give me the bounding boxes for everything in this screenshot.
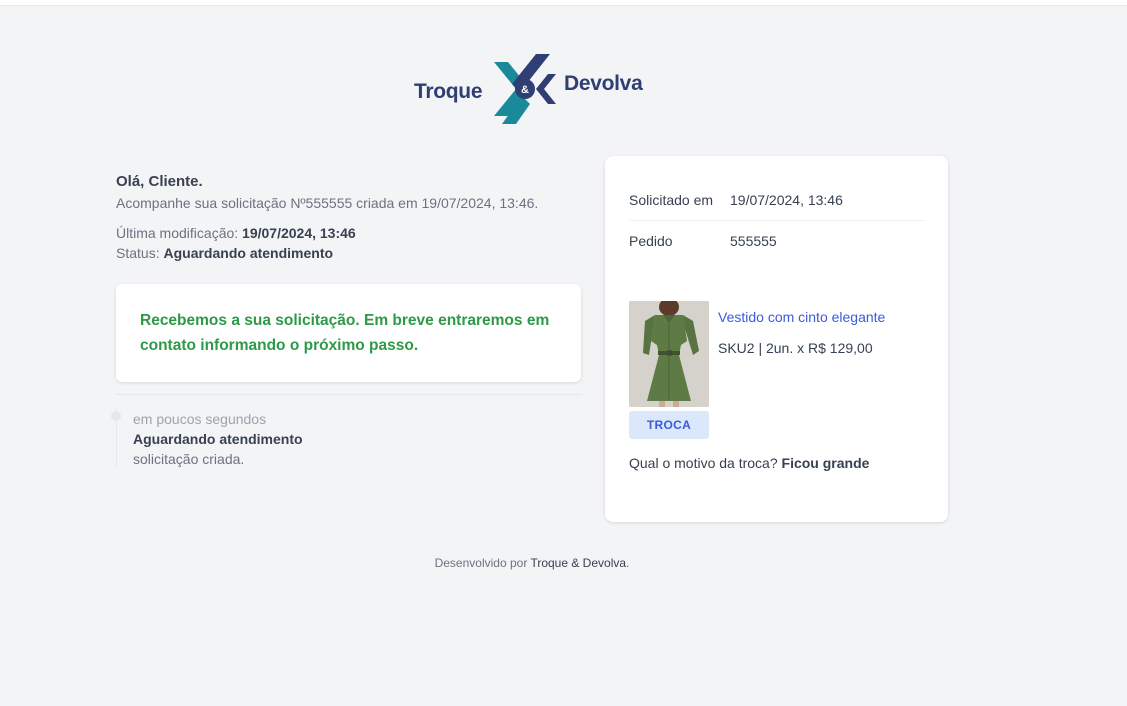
requested-label: Solicitado em bbox=[629, 192, 714, 208]
logo-text-devolva: Devolva bbox=[564, 72, 643, 95]
requested-row: Solicitado em 19/07/2024, 13:46 bbox=[629, 192, 924, 208]
order-card: Solicitado em 19/07/2024, 13:46 Pedido 555… bbox=[605, 156, 948, 522]
status: Status: Aguardando atendimento bbox=[116, 245, 334, 261]
footer-suffix: . bbox=[626, 556, 630, 570]
confirmation-message: Recebemos a sua solicitação. Em breve en… bbox=[140, 312, 550, 354]
product-name-link[interactable]: Vestido com cinto elegante bbox=[718, 309, 885, 325]
order-row: Pedido 555555 bbox=[629, 233, 924, 249]
status-value: Aguardando atendimento bbox=[163, 245, 334, 261]
logo-text-troque: Troque bbox=[414, 80, 483, 103]
svg-text:&: & bbox=[521, 84, 529, 96]
product-sku: SKU2 | 2un. x R$ 129,00 bbox=[718, 340, 873, 356]
greeting: Olá, Cliente. bbox=[116, 173, 203, 190]
green-dress-photo-icon bbox=[629, 301, 709, 407]
timeline-time: em poucos segundos bbox=[133, 411, 267, 427]
footer: Desenvolvido por Troque & Devolva. bbox=[0, 556, 1064, 570]
logo: Troque & Devolva bbox=[414, 52, 654, 126]
last-modified: Última modificação: 19/07/2024, 13:46 bbox=[116, 225, 356, 241]
exchange-badge: TROCA bbox=[629, 411, 709, 439]
footer-brand-link[interactable]: Troque & Devolva bbox=[530, 556, 626, 570]
message-card: Recebemos a sua solicitação. Em breve en… bbox=[116, 284, 581, 382]
reason-question: Qual o motivo da troca? bbox=[629, 455, 778, 471]
reason-answer: Ficou grande bbox=[781, 455, 870, 471]
last-modified-value: 19/07/2024, 13:46 bbox=[242, 225, 356, 241]
timeline-description: solicitação criada. bbox=[133, 451, 245, 467]
timeline: em poucos segundos Aguardando atendiment… bbox=[111, 394, 582, 469]
top-bar bbox=[0, 0, 1127, 6]
timeline-dot-icon bbox=[111, 411, 121, 421]
timeline-title: Aguardando atendimento bbox=[133, 431, 303, 447]
requested-value: 19/07/2024, 13:46 bbox=[730, 192, 843, 208]
exchange-reason: Qual o motivo da troca? Ficou grande bbox=[629, 455, 869, 471]
footer-prefix: Desenvolvido por bbox=[434, 556, 531, 570]
order-value: 555555 bbox=[730, 233, 777, 249]
request-subline: Acompanhe sua solicitação Nº555555 criad… bbox=[116, 195, 539, 211]
divider bbox=[629, 220, 924, 221]
logo-mark-icon: & bbox=[494, 54, 556, 124]
product-image bbox=[629, 301, 709, 407]
request-summary: Olá, Cliente. Acompanhe sua solicitação … bbox=[111, 170, 582, 469]
order-label: Pedido bbox=[629, 233, 673, 249]
request-meta: Última modificação: 19/07/2024, 13:46 St… bbox=[116, 223, 582, 263]
